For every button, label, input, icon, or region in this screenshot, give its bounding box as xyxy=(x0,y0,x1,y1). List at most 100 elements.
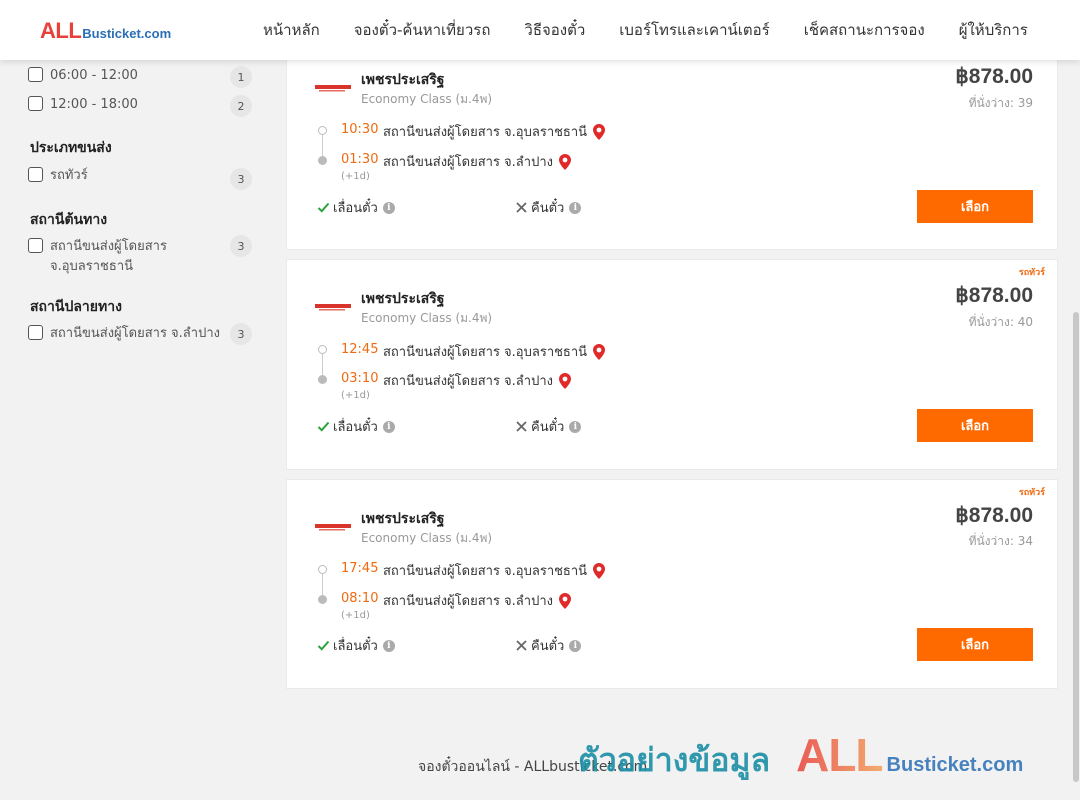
nav-booking-status[interactable]: เช็คสถานะการจอง xyxy=(787,18,942,42)
reschedule-label: เลื่อนตั๋ว xyxy=(333,639,378,654)
filter-label: สถานีขนส่งผู้โดยสาร จ.อุบลราชธานี xyxy=(50,239,167,274)
info-icon[interactable]: i xyxy=(382,420,395,433)
refund-policy: คืนตั๋ว i xyxy=(515,635,582,656)
nav-operators[interactable]: ผู้ให้บริการ xyxy=(942,18,1045,42)
main-nav: หน้าหลัก จองตั๋ว-ค้นหาเที่ยวรถ วิธีจองตั… xyxy=(246,0,1045,60)
departure-station-name: สถานีขนส่งผู้โดยสาร จ.อุบลราชธานี xyxy=(383,125,588,140)
map-pin-icon[interactable] xyxy=(558,153,571,170)
vehicle-type-tag: รถทัวร์ xyxy=(1018,488,1045,498)
ticket-price: ฿878.00 xyxy=(955,504,1033,527)
info-icon[interactable]: i xyxy=(382,201,395,214)
info-icon[interactable]: i xyxy=(569,639,582,652)
info-icon[interactable]: i xyxy=(569,420,582,433)
checkbox[interactable] xyxy=(28,167,43,182)
next-day-indicator: (+1d) xyxy=(341,171,370,182)
logo-all-text: ALL xyxy=(40,18,82,43)
info-icon[interactable]: i xyxy=(382,639,395,652)
filter-title-vehicle-type: ประเภทขนส่ง xyxy=(30,140,112,156)
next-day-indicator: (+1d) xyxy=(341,610,370,621)
ticket-price: ฿878.00 xyxy=(955,65,1033,88)
arrival-station-name: สถานีขนส่งผู้โดยสาร จ.ลำปาง xyxy=(383,155,553,170)
map-pin-icon[interactable] xyxy=(593,343,606,360)
departure-station: สถานีขนส่งผู้โดยสาร จ.อุบลราชธานี xyxy=(383,341,606,362)
reschedule-policy: เลื่อนตั๋ว i xyxy=(317,197,395,218)
logo-rest-text: Busticket.com xyxy=(82,26,172,41)
map-pin-icon[interactable] xyxy=(558,372,571,389)
refund-label: คืนตั๋ว xyxy=(531,420,565,435)
operator-logo-icon xyxy=(315,304,351,311)
seats-available: ที่นั่งว่าง: 34 xyxy=(968,534,1033,548)
departure-station: สถานีขนส่งผู้โดยสาร จ.อุบลราชธานี xyxy=(383,121,606,142)
cross-icon xyxy=(516,202,527,213)
arrival-station: สถานีขนส่งผู้โดยสาร จ.ลำปาง xyxy=(383,590,571,611)
count-badge: 3 xyxy=(230,323,252,345)
map-pin-icon[interactable] xyxy=(593,123,606,140)
refund-label: คืนตั๋ว xyxy=(531,201,565,216)
info-icon[interactable]: i xyxy=(569,201,582,214)
top-header: ALL Busticket.com หน้าหลัก จองตั๋ว-ค้นหา… xyxy=(0,0,1080,60)
operator-name: เพชรประเสริฐ xyxy=(361,72,445,88)
departure-time: 17:45 xyxy=(341,561,379,576)
refund-policy: คืนตั๋ว i xyxy=(515,416,582,437)
nav-home[interactable]: หน้าหลัก xyxy=(246,18,337,42)
bus-class: Economy Class (ม.4พ) xyxy=(361,311,493,325)
reschedule-policy: เลื่อนตั๋ว i xyxy=(317,416,395,437)
seats-available: ที่นั่งว่าง: 40 xyxy=(968,315,1033,329)
count-badge: 2 xyxy=(230,95,252,117)
filter-destination-station[interactable]: สถานีขนส่งผู้โดยสาร จ.ลำปาง 3 xyxy=(28,323,256,345)
bus-class: Economy Class (ม.4พ) xyxy=(361,531,493,545)
operator-name: เพชรประเสริฐ xyxy=(361,291,445,307)
site-logo[interactable]: ALL Busticket.com xyxy=(40,18,171,44)
nav-contact-counter[interactable]: เบอร์โทรและเคาน์เตอร์ xyxy=(602,18,786,42)
refund-label: คืนตั๋ว xyxy=(531,639,565,654)
select-trip-button[interactable]: เลือก xyxy=(917,190,1033,223)
filter-vehicle-tour-bus[interactable]: รถทัวร์ 3 xyxy=(28,166,256,190)
filter-title-destination: สถานีปลายทาง xyxy=(30,299,122,315)
filter-label: รถทัวร์ xyxy=(50,168,88,183)
reschedule-label: เลื่อนตั๋ว xyxy=(333,420,378,435)
checkbox[interactable] xyxy=(28,325,43,340)
check-icon xyxy=(317,640,330,651)
operator-logo-icon xyxy=(315,85,351,92)
filter-label: 12:00 - 18:00 xyxy=(50,97,138,112)
arrival-time: 01:30 xyxy=(341,152,379,167)
page-scrollbar-thumb[interactable] xyxy=(1073,312,1079,782)
ticket-price: ฿878.00 xyxy=(955,284,1033,307)
select-trip-button[interactable]: เลือก xyxy=(917,628,1033,661)
trip-card: รถทัวร์ เพชรประเสริฐ Economy Class (ม.4พ… xyxy=(286,259,1058,470)
count-badge: 3 xyxy=(230,235,252,257)
filter-label: 06:00 - 12:00 xyxy=(50,68,138,83)
select-trip-button[interactable]: เลือก xyxy=(917,409,1033,442)
checkbox[interactable] xyxy=(28,96,43,111)
filter-time-morning[interactable]: 06:00 - 12:00 1 xyxy=(28,66,256,88)
watermark-all-text: ALL xyxy=(796,729,883,781)
trip-card: รถทัวร์ เพชรประเสริฐ Economy Class (ม.4พ… xyxy=(286,479,1058,689)
count-badge: 3 xyxy=(230,168,252,190)
bus-class: Economy Class (ม.4พ) xyxy=(361,92,493,106)
filter-time-afternoon[interactable]: 12:00 - 18:00 2 xyxy=(28,95,256,117)
departure-station-name: สถานีขนส่งผู้โดยสาร จ.อุบลราชธานี xyxy=(383,564,588,579)
departure-dot xyxy=(318,126,327,135)
departure-time: 10:30 xyxy=(341,122,379,137)
filter-origin-station[interactable]: สถานีขนส่งผู้โดยสาร จ.อุบลราชธานี 3 xyxy=(28,235,256,277)
arrival-station: สถานีขนส่งผู้โดยสาร จ.ลำปาง xyxy=(383,370,571,391)
nav-how-to-book[interactable]: วิธีจองตั๋ว xyxy=(507,18,602,42)
trip-card: เพชรประเสริฐ Economy Class (ม.4พ) ฿878.0… xyxy=(286,40,1058,250)
departure-time: 12:45 xyxy=(341,342,379,357)
arrival-station-name: สถานีขนส่งผู้โดยสาร จ.ลำปาง xyxy=(383,594,553,609)
arrival-time: 03:10 xyxy=(341,371,379,386)
next-day-indicator: (+1d) xyxy=(341,390,370,401)
map-pin-icon[interactable] xyxy=(558,592,571,609)
cross-icon xyxy=(516,640,527,651)
vehicle-type-tag: รถทัวร์ xyxy=(1018,268,1045,278)
arrival-time: 08:10 xyxy=(341,591,379,606)
checkbox[interactable] xyxy=(28,67,43,82)
arrival-dot xyxy=(318,156,327,165)
map-pin-icon[interactable] xyxy=(593,562,606,579)
nav-book-search[interactable]: จองตั๋ว-ค้นหาเที่ยวรถ xyxy=(337,18,508,42)
checkbox[interactable] xyxy=(28,238,43,253)
reschedule-label: เลื่อนตั๋ว xyxy=(333,201,378,216)
operator-name: เพชรประเสริฐ xyxy=(361,511,445,527)
check-icon xyxy=(317,421,330,432)
arrival-dot xyxy=(318,375,327,384)
